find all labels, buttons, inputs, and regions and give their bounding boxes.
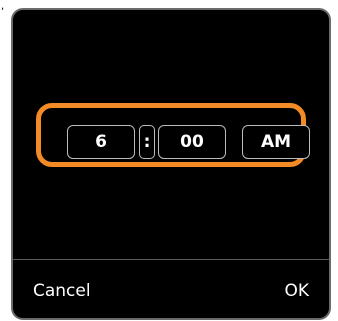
ok-button[interactable]: OK xyxy=(284,276,309,306)
time-picker-dialog: 6 : 00 AM Cancel OK xyxy=(11,8,331,320)
am-pm-field[interactable]: AM xyxy=(242,125,310,159)
screen: , 6 : 00 AM Cancel OK xyxy=(0,0,338,321)
time-picker-focus-ring: 6 : 00 AM xyxy=(36,103,310,167)
hour-field[interactable]: 6 xyxy=(67,125,135,159)
stray-mark: , xyxy=(1,1,5,12)
time-separator: : xyxy=(139,125,155,159)
action-divider xyxy=(13,259,329,260)
minute-field[interactable]: 00 xyxy=(158,125,226,159)
cancel-button[interactable]: Cancel xyxy=(33,276,91,306)
